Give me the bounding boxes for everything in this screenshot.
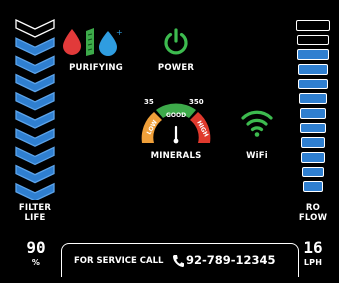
ro-flow-bar bbox=[296, 20, 330, 196]
filter-segment-empty bbox=[15, 18, 55, 38]
flow-segment-lit bbox=[297, 49, 329, 60]
ro-flow-unit: LPH bbox=[303, 258, 323, 267]
filter-segment-lit bbox=[15, 128, 55, 147]
purifying-label: PURIFYING bbox=[69, 63, 123, 73]
gauge-max-label: 350 bbox=[189, 98, 204, 106]
flow-segment-lit bbox=[300, 137, 326, 148]
service-phone-number[interactable]: 92-789-12345 bbox=[186, 253, 276, 267]
power-label: POWER bbox=[157, 63, 195, 73]
flow-segment-lit bbox=[302, 166, 324, 178]
filter-life-label: FILTER LIFE bbox=[18, 203, 52, 223]
flow-segment-lit bbox=[297, 64, 329, 75]
power-icon[interactable] bbox=[162, 27, 190, 55]
flow-segment-lit bbox=[298, 78, 328, 90]
ro-flow-label: RO FLOW bbox=[298, 203, 328, 223]
red-drop-icon bbox=[63, 29, 81, 55]
filter-life-unit: % bbox=[31, 258, 41, 267]
flow-segment-lit bbox=[299, 108, 327, 119]
filter-life-value: 90 bbox=[26, 238, 46, 257]
gauge-good-label: GOOD bbox=[166, 112, 186, 119]
filter-segment-lit bbox=[15, 73, 55, 93]
flow-segment-empty bbox=[296, 20, 330, 31]
filter-segment-lit bbox=[15, 55, 55, 75]
service-call-label: FOR SERVICE CALL bbox=[74, 256, 164, 266]
svg-text:+: + bbox=[116, 28, 123, 37]
phone-icon bbox=[172, 253, 184, 268]
gauge-min-label: 35 bbox=[144, 98, 154, 106]
blue-drop-icon bbox=[99, 31, 117, 56]
service-call-panel[interactable]: FOR SERVICE CALL 92-789-12345 bbox=[61, 243, 299, 277]
flow-segment-lit bbox=[299, 93, 327, 104]
filter-segment-lit bbox=[15, 146, 55, 166]
minerals-label: MINERALS bbox=[150, 151, 202, 161]
filter-segment-lit bbox=[15, 37, 55, 56]
flow-segment-lit bbox=[300, 122, 326, 134]
flow-segment-lit bbox=[301, 152, 325, 163]
flow-segment-empty bbox=[296, 34, 330, 46]
flow-segment-lit bbox=[302, 181, 324, 192]
filter-segment-lit bbox=[15, 182, 55, 200]
leaf-icon bbox=[86, 28, 94, 56]
filter-segment-lit bbox=[15, 109, 55, 129]
purifying-icon: + bbox=[60, 26, 130, 58]
filter-segment-lit bbox=[15, 91, 55, 111]
ro-flow-value: 16 bbox=[303, 238, 323, 257]
filter-life-bar bbox=[15, 18, 55, 200]
wifi-label: WiFi bbox=[246, 151, 268, 161]
filter-segment-lit bbox=[15, 164, 55, 184]
wifi-icon[interactable] bbox=[240, 108, 274, 138]
